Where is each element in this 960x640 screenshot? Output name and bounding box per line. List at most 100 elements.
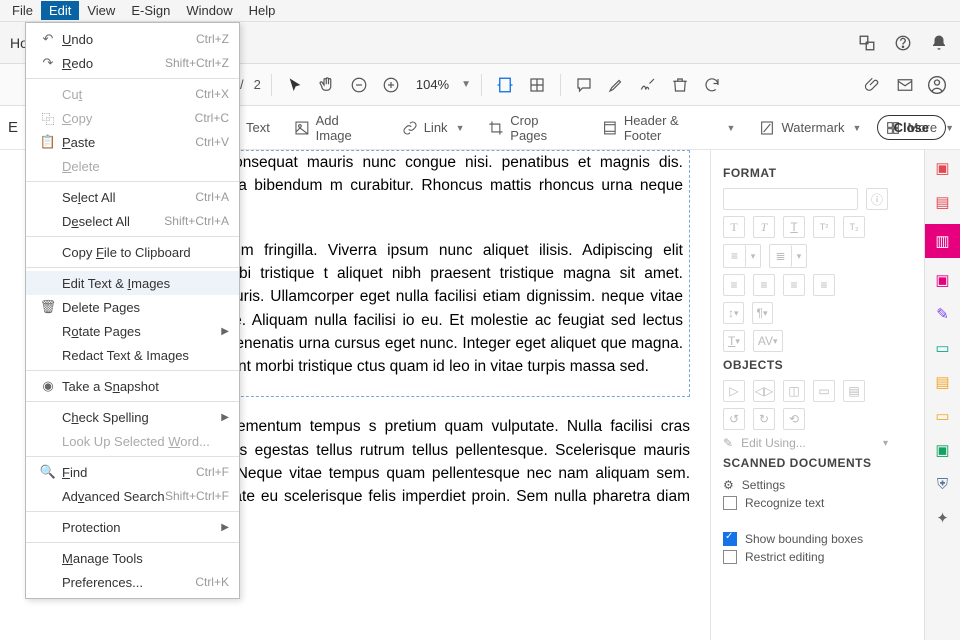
menu-file[interactable]: File	[4, 1, 41, 20]
replace-icon[interactable]: ⟲	[783, 408, 805, 430]
bell-icon[interactable]	[930, 34, 948, 52]
menu-item-find[interactable]: 🔍FindCtrl+F	[26, 460, 239, 484]
flip-v-icon[interactable]: ◁▷	[753, 380, 775, 402]
menu-item-edit-text-images[interactable]: Edit Text & Images	[26, 271, 239, 295]
zoom-in-icon[interactable]	[378, 72, 404, 98]
menu-help[interactable]: Help	[241, 1, 284, 20]
menu-item-deselect-all[interactable]: Deselect AllShift+Ctrl+A	[26, 209, 239, 233]
crop-obj-icon[interactable]: ◫	[783, 380, 805, 402]
sb-comment-icon[interactable]: ▣	[931, 268, 955, 292]
text-color[interactable]: T ▾	[723, 330, 745, 352]
email-icon[interactable]	[892, 72, 918, 98]
menu-item-take-a-snapshot[interactable]: ◉Take a Snapshot	[26, 374, 239, 398]
style-sub[interactable]: T₂	[843, 216, 865, 238]
scanned-heading: SCANNED DOCUMENTS	[723, 456, 888, 470]
right-sidebar: ▣ ▤ ▥ ▣ ✎ ▭ ▤ ▭ ▣ ⛨ ✦	[924, 150, 960, 640]
style-regular[interactable]: T	[723, 216, 745, 238]
header-footer-button[interactable]: Header & Footer▼	[596, 109, 741, 147]
menu-item-check-spelling[interactable]: Check Spelling▶	[26, 405, 239, 429]
close-button[interactable]: Close	[877, 115, 946, 140]
bounding-boxes-checkbox[interactable]: Show bounding boxes	[723, 532, 888, 546]
share-icon[interactable]	[858, 34, 876, 52]
sb-edit-icon[interactable]: ▥	[925, 224, 960, 258]
fit-page-icon[interactable]	[524, 72, 550, 98]
hand-tool-icon[interactable]	[314, 72, 340, 98]
menu-item-delete-pages[interactable]: 🗑Delete Pages	[26, 295, 239, 319]
menu-item-redact-text-images[interactable]: Redact Text & Images	[26, 343, 239, 367]
format-panel: FORMAT ⓘ T T T T² T₂ ≡ ▾ ≣ ▾ ≡ ≡ ≡ ≡	[710, 150, 900, 640]
font-info-icon[interactable]: ⓘ	[866, 188, 888, 210]
menu-edit[interactable]: Edit	[41, 1, 79, 20]
page-total: 2	[254, 77, 261, 92]
arrange-icon[interactable]: ▭	[813, 380, 835, 402]
align-justify[interactable]: ≡	[813, 274, 835, 296]
comment-icon[interactable]	[571, 72, 597, 98]
sb-organize-icon[interactable]: ▭	[931, 336, 955, 360]
font-family-select[interactable]	[723, 188, 858, 210]
delete-icon[interactable]	[667, 72, 693, 98]
align-right[interactable]: ≡	[783, 274, 805, 296]
recognize-checkbox[interactable]: Recognize text	[723, 496, 888, 510]
zoom-value[interactable]: 104%	[410, 77, 455, 92]
edit-tab-label: E	[8, 119, 18, 136]
menu-item-select-all[interactable]: Select AllCtrl+A	[26, 185, 239, 209]
sb-measure-icon[interactable]: ▣	[931, 438, 955, 462]
flip-h-icon[interactable]: ▷	[723, 380, 745, 402]
watermark-button[interactable]: Watermark▼	[753, 116, 867, 140]
rotate-cw-icon[interactable]: ↻	[753, 408, 775, 430]
rotate-ccw-icon[interactable]: ↺	[723, 408, 745, 430]
style-underline[interactable]: T	[783, 216, 805, 238]
objects-heading: OBJECTS	[723, 358, 888, 372]
align-left[interactable]: ≡	[723, 274, 745, 296]
zoom-out-icon[interactable]	[346, 72, 372, 98]
char-spacing[interactable]: AV ▾	[753, 330, 783, 352]
style-italic[interactable]: T	[753, 216, 775, 238]
menu-item-look-up-selected-word-: Look Up Selected Word...	[26, 429, 239, 453]
help-icon[interactable]	[894, 34, 912, 52]
fit-width-icon[interactable]	[492, 72, 518, 98]
list-bullet-drop[interactable]: ▾	[746, 245, 760, 267]
menu-item-paste[interactable]: 📋PasteCtrl+V	[26, 130, 239, 154]
list-bullet[interactable]: ≡	[724, 245, 746, 267]
menu-esign[interactable]: E-Sign	[123, 1, 178, 20]
sb-more-tools-icon[interactable]: ✦	[931, 506, 955, 530]
edit-using-button[interactable]: ✎Edit Using...▾	[723, 436, 888, 450]
restrict-checkbox[interactable]: Restrict editing	[723, 550, 888, 564]
menu-item-preferences-[interactable]: Preferences...Ctrl+K	[26, 570, 239, 594]
menu-item-manage-tools[interactable]: Manage Tools	[26, 546, 239, 570]
align-obj-icon[interactable]: ▤	[843, 380, 865, 402]
sb-fill-sign-icon[interactable]: ✎	[931, 302, 955, 326]
highlight-icon[interactable]	[603, 72, 629, 98]
sb-compare-icon[interactable]: ▭	[931, 404, 955, 428]
list-number-drop[interactable]: ▾	[792, 245, 806, 267]
para-spacing[interactable]: ¶ ▾	[752, 302, 773, 324]
crop-button[interactable]: Crop Pages	[482, 109, 584, 147]
sign-icon[interactable]	[635, 72, 661, 98]
settings-button[interactable]: ⚙Settings	[723, 478, 888, 492]
menu-item-rotate-pages[interactable]: Rotate Pages▶	[26, 319, 239, 343]
menu-item-protection[interactable]: Protection▶	[26, 515, 239, 539]
menu-item-copy-file-to-clipboard[interactable]: Copy File to Clipboard	[26, 240, 239, 264]
selection-tool-icon[interactable]	[282, 72, 308, 98]
sb-redact-icon[interactable]: ▤	[931, 370, 955, 394]
style-super[interactable]: T²	[813, 216, 835, 238]
add-image-button[interactable]: Add Image	[288, 109, 384, 147]
list-number[interactable]: ≣	[770, 245, 792, 267]
align-center[interactable]: ≡	[753, 274, 775, 296]
line-spacing[interactable]: ↕ ▾	[723, 302, 744, 324]
link-button[interactable]: Link▼	[396, 116, 471, 140]
rotate-icon[interactable]	[699, 72, 725, 98]
sb-export-icon[interactable]: ▤	[931, 190, 955, 214]
sb-protect-icon[interactable]: ⛨	[931, 472, 955, 496]
edit-text-button[interactable]: Text	[240, 116, 276, 139]
sb-create-icon[interactable]: ▣	[931, 156, 955, 180]
menu-item-redo[interactable]: ↷RedoShift+Ctrl+Z	[26, 51, 239, 75]
account-icon[interactable]	[924, 72, 950, 98]
menu-item-advanced-search[interactable]: Advanced SearchShift+Ctrl+F	[26, 484, 239, 508]
menu-window[interactable]: Window	[178, 1, 240, 20]
menu-view[interactable]: View	[79, 1, 123, 20]
page-sep: /	[240, 77, 244, 92]
menu-item-undo[interactable]: ↶UndoCtrl+Z	[26, 27, 239, 51]
attach-icon[interactable]	[860, 72, 886, 98]
menu-bar: File Edit View E-Sign Window Help	[0, 0, 960, 22]
